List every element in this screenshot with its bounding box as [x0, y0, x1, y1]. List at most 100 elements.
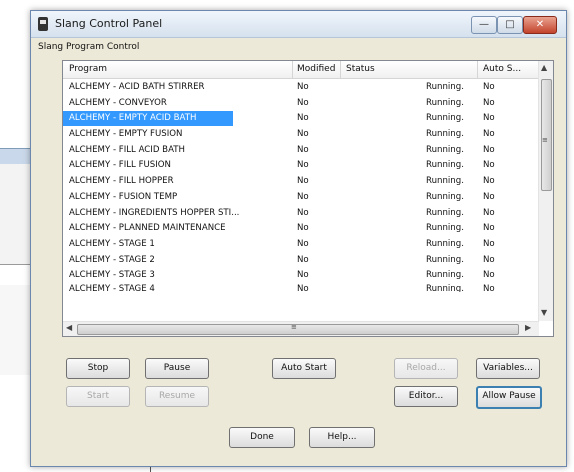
start-button[interactable]: Start	[66, 386, 130, 407]
program-name: ALCHEMY - STAGE 1	[69, 238, 155, 249]
table-row[interactable]: ALCHEMY - ACID BATH STIRRER No Running. No	[63, 80, 538, 96]
status-value: Running.	[426, 82, 464, 92]
status-value: Running.	[426, 113, 464, 124]
auto-start-value: No	[483, 82, 495, 92]
status-value: Running.	[426, 191, 464, 202]
program-name: ALCHEMY - FUSION TEMP	[69, 191, 178, 202]
table-row[interactable]: ALCHEMY - FUSION TEMP No Running. No	[63, 190, 538, 206]
table-row[interactable]: ALCHEMY - PLANNED MAINTENANCE No Running. N…	[63, 221, 538, 237]
status-value: Running.	[426, 238, 464, 249]
scroll-left-icon[interactable]: ◀	[66, 323, 72, 332]
table-row[interactable]: ALCHEMY - CONVEYOR No Running. No	[63, 96, 538, 112]
auto-start-value: No	[483, 129, 495, 140]
program-name: ALCHEMY - EMPTY FUSION	[69, 129, 183, 140]
table-row-selected[interactable]: ALCHEMY - EMPTY ACID BATH No Running. No	[63, 111, 538, 127]
modified-value: No	[297, 254, 309, 265]
program-name: ALCHEMY - ACID BATH STIRRER	[69, 82, 205, 92]
program-name: ALCHEMY - STAGE 2	[69, 254, 155, 265]
variables-button[interactable]: Variables...	[476, 358, 540, 379]
resume-button[interactable]: Resume	[145, 386, 209, 407]
program-name: ALCHEMY - STAGE 4	[69, 283, 155, 292]
status-value: Running.	[426, 144, 464, 155]
column-divider[interactable]	[292, 61, 293, 78]
column-divider[interactable]	[477, 61, 478, 78]
modified-value: No	[297, 223, 309, 234]
status-value: Running.	[426, 97, 464, 108]
close-button[interactable]: ✕	[523, 16, 557, 34]
table-row[interactable]: ALCHEMY - FILL ACID BATH No Running. No	[63, 143, 538, 159]
table-row[interactable]: ALCHEMY - EMPTY FUSION No Running. No	[63, 127, 538, 143]
scroll-right-icon[interactable]: ▶	[525, 323, 531, 332]
program-name: ALCHEMY - STAGE 3	[69, 270, 155, 281]
auto-start-value: No	[483, 191, 495, 202]
column-header-program[interactable]: Program	[69, 64, 107, 74]
modified-value: No	[297, 82, 309, 92]
reload-button[interactable]: Reload...	[394, 358, 458, 379]
grip-icon: ≡	[291, 323, 297, 331]
maximize-button[interactable]: □	[497, 16, 523, 34]
vertical-scroll-thumb[interactable]	[541, 79, 552, 191]
table-row[interactable]: ALCHEMY - FILL HOPPER No Running. No	[63, 174, 538, 190]
table-row[interactable]: ALCHEMY - STAGE 4 No Running. No	[63, 284, 538, 292]
modified-value: No	[297, 160, 309, 171]
program-name: ALCHEMY - FILL HOPPER	[69, 176, 174, 187]
auto-start-value: No	[483, 238, 495, 249]
status-value: Running.	[426, 129, 464, 140]
program-list[interactable]: Program Modified Status Auto S... ALCHEM…	[62, 60, 554, 337]
auto-start-value: No	[483, 97, 495, 108]
status-value: Running.	[426, 176, 464, 187]
list-header: Program Modified Status Auto S...	[63, 61, 538, 79]
scroll-up-icon[interactable]: ▲	[541, 63, 547, 72]
modified-value: No	[297, 176, 309, 187]
program-name: ALCHEMY - INGREDIENTS HOPPER STI...	[69, 207, 240, 218]
table-row[interactable]: ALCHEMY - FILL FUSION No Running. No	[63, 158, 538, 174]
status-value: Running.	[426, 160, 464, 171]
column-header-status[interactable]: Status	[346, 64, 375, 74]
auto-start-value: No	[483, 113, 495, 124]
list-rows: ALCHEMY - ACID BATH STIRRER No Running. No …	[63, 80, 538, 292]
allow-pause-button[interactable]: Allow Pause	[476, 386, 542, 409]
horizontal-scroll-thumb[interactable]	[77, 324, 519, 335]
status-value: Running.	[426, 223, 464, 234]
program-name: ALCHEMY - FILL FUSION	[69, 160, 171, 171]
status-value: Running.	[426, 283, 464, 292]
program-name: ALCHEMY - FILL ACID BATH	[69, 144, 186, 155]
auto-start-value: No	[483, 144, 495, 155]
auto-start-value: No	[483, 223, 495, 234]
modified-value: No	[297, 238, 309, 249]
auto-start-button[interactable]: Auto Start	[272, 358, 336, 379]
auto-start-value: No	[483, 283, 495, 292]
modified-value: No	[297, 191, 309, 202]
modified-value: No	[297, 207, 309, 218]
title-bar[interactable]: Slang Control Panel — □ ✕	[31, 11, 566, 38]
done-button[interactable]: Done	[229, 427, 295, 448]
auto-start-value: No	[483, 207, 495, 218]
program-name: ALCHEMY - PLANNED MAINTENANCE	[69, 223, 226, 234]
modified-value: No	[297, 283, 309, 292]
column-divider[interactable]	[340, 61, 341, 78]
table-row[interactable]: ALCHEMY - STAGE 1 No Running. No	[63, 237, 538, 253]
status-value: Running.	[426, 270, 464, 281]
vertical-scrollbar[interactable]: ▲ ≡ ▼	[538, 61, 553, 321]
table-row[interactable]: ALCHEMY - INGREDIENTS HOPPER STI... No Run…	[63, 206, 538, 222]
table-row[interactable]: ALCHEMY - STAGE 3 No Running. No	[63, 268, 538, 284]
editor-button[interactable]: Editor...	[394, 386, 458, 407]
grip-icon: ≡	[542, 136, 548, 144]
modified-value: No	[297, 270, 309, 281]
table-row[interactable]: ALCHEMY - STAGE 2 No Running. No	[63, 253, 538, 269]
scroll-down-icon[interactable]: ▼	[541, 308, 547, 317]
column-header-auto-start[interactable]: Auto S...	[483, 64, 521, 74]
column-header-modified[interactable]: Modified	[297, 64, 335, 74]
status-value: Running.	[426, 207, 464, 218]
minimize-button[interactable]: —	[471, 16, 497, 34]
pause-button[interactable]: Pause	[145, 358, 209, 379]
horizontal-scrollbar[interactable]: ◀ ≡ ▶	[63, 321, 539, 336]
modified-value: No	[297, 97, 309, 108]
stop-button[interactable]: Stop	[66, 358, 130, 379]
help-button[interactable]: Help...	[309, 427, 375, 448]
auto-start-value: No	[483, 176, 495, 187]
window-title: Slang Control Panel	[55, 17, 163, 30]
modified-value: No	[297, 113, 309, 124]
group-label: Slang Program Control	[38, 42, 140, 52]
auto-start-value: No	[483, 270, 495, 281]
